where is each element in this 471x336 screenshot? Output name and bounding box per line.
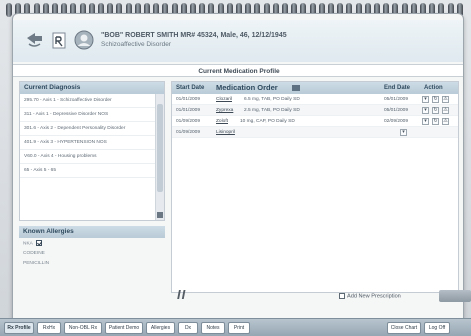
screenshot-stage: "BOB" ROBERT SMITH MR# 45324, Male, 46, …	[0, 0, 471, 336]
drug-name[interactable]: Lisinopril	[216, 127, 235, 138]
medication-row[interactable]: 01/01/2009 Clozaril 6.5 mg, TAB, PO Dail…	[172, 94, 458, 105]
start-date: 01/01/2009	[176, 108, 201, 113]
dropdown-icon[interactable]: ▾	[422, 107, 429, 114]
medication-table-header: Start Date Medication Order End Date Act…	[172, 82, 458, 94]
tab-rx-history[interactable]: RxHx	[37, 322, 61, 334]
add-new-prescription[interactable]: Add New Prescription	[339, 293, 401, 299]
start-date: 01/01/2009	[176, 97, 201, 102]
page-title: Current Medication Profile	[13, 64, 463, 77]
medication-row[interactable]: 01/09/2009 Lisinopril ▾	[172, 127, 458, 138]
bottom-tab-bar: Rx Profile RxHx Non-OBL Rx Patient Demo …	[0, 318, 471, 336]
warning-icon[interactable]: ⚠	[442, 118, 449, 125]
dropdown-icon[interactable]: ▾	[422, 96, 429, 103]
binding-ring	[6, 3, 12, 17]
add-rx-go-button[interactable]	[439, 290, 471, 302]
log-off-button[interactable]: Log Off	[424, 322, 450, 334]
start-date: 01/09/2009	[176, 130, 201, 135]
rx-icon[interactable]	[48, 30, 70, 50]
col-medication-order: Medication Order	[216, 83, 278, 92]
text-cursor-glyph: II	[177, 287, 187, 302]
diagnosis-item[interactable]: 311 - Axis 1 - Depressive Disorder NOS	[20, 108, 157, 122]
allergy-panel: Known Allergies NKA CODEINE PENICILLIN	[19, 226, 165, 286]
end-date: 05/01/2009	[384, 108, 409, 113]
diagnosis-item[interactable]: 401.9 - Axis 3 - HYPERTENSION NOS	[20, 136, 157, 150]
diagnosis-panel: Current Diagnosis 295.70 - Axis 1 - Schi…	[19, 81, 165, 221]
scroll-down-icon[interactable]	[157, 212, 163, 218]
renew-icon[interactable]: ↻	[432, 96, 439, 103]
tab-rx-profile[interactable]: Rx Profile	[4, 322, 34, 334]
start-date: 01/09/2009	[176, 119, 201, 124]
renew-icon[interactable]: ↻	[432, 118, 439, 125]
allergy-item: PENICILLIN	[23, 261, 50, 267]
medication-table: Start Date Medication Order End Date Act…	[171, 81, 459, 293]
col-end-date: End Date	[384, 85, 411, 91]
diagnosis-item[interactable]: V60.0 - Axis 4 - Housing problems	[20, 150, 157, 164]
warning-icon[interactable]: ⚠	[442, 96, 449, 103]
drug-sig: 2.5 mg, TAB, PO Daily SD	[244, 108, 300, 113]
nka-checkbox[interactable]	[35, 240, 42, 246]
allergy-item: NKA	[19, 238, 165, 249]
patient-summary: "BOB" ROBERT SMITH MR# 45324, Male, 46, …	[101, 32, 287, 39]
warning-icon[interactable]: ⚠	[442, 107, 449, 114]
diagnosis-item[interactable]: 65 - Axis 5 - 65	[20, 164, 157, 178]
tab-print[interactable]: Print	[228, 322, 250, 334]
tab-patient-demo[interactable]: Patient Demo	[105, 322, 143, 334]
end-date: 02/09/2009	[384, 119, 409, 124]
tab-non-obl-rx[interactable]: Non-OBL Rx	[64, 322, 102, 334]
close-chart-button[interactable]: Close Chart	[387, 322, 421, 334]
patient-header: "BOB" ROBERT SMITH MR# 45324, Male, 46, …	[13, 20, 463, 62]
drug-sig: 6.5 mg, TAB, PO Daily SD	[244, 97, 300, 102]
patient-portrait-icon[interactable]	[73, 30, 95, 50]
col-action: Action	[424, 85, 443, 91]
tab-allergies[interactable]: Allergies	[146, 322, 175, 334]
scroll-thumb[interactable]	[157, 104, 163, 192]
drug-name[interactable]: Clozaril	[216, 94, 232, 105]
drug-name[interactable]: Zoloft	[216, 116, 228, 127]
end-date: 05/01/2009	[384, 97, 409, 102]
diagnosis-list: 295.70 - Axis 1 - Schizoaffective Disord…	[20, 94, 157, 178]
diagnosis-heading: Current Diagnosis	[20, 82, 164, 94]
renew-icon[interactable]: ↻	[432, 107, 439, 114]
add-rx-label: Add New Prescription	[347, 293, 401, 300]
add-rx-checkbox[interactable]	[339, 293, 345, 299]
diagnosis-item[interactable]: 295.70 - Axis 1 - Schizoaffective Disord…	[20, 94, 157, 108]
allergy-label-nka: NKA	[23, 241, 33, 247]
diagnosis-item[interactable]: 301.6 - Axis 2 - Dependent Personality D…	[20, 122, 157, 136]
drug-sig: 10 mg, CAP, PO Daily SD	[240, 119, 295, 124]
medication-row[interactable]: 01/09/2009 Zoloft 10 mg, CAP, PO Daily S…	[172, 116, 458, 127]
tab-notes[interactable]: Notes	[201, 322, 225, 334]
medication-row[interactable]: 01/01/2009 Zyprexa 2.5 mg, TAB, PO Daily…	[172, 105, 458, 116]
diagnosis-scrollbar[interactable]	[155, 94, 164, 220]
tab-diagnosis[interactable]: Dx	[178, 322, 198, 334]
allergy-heading: Known Allergies	[19, 226, 165, 238]
allergy-item: CODEINE	[23, 251, 45, 257]
dropdown-icon[interactable]: ▾	[422, 118, 429, 125]
patient-primary-diagnosis: Schizoaffective Disorder	[101, 41, 171, 48]
patient-chart-window: "BOB" ROBERT SMITH MR# 45324, Male, 46, …	[12, 13, 464, 330]
drug-name[interactable]: Zyprexa	[216, 105, 233, 116]
back-arrow-icon[interactable]	[23, 30, 45, 50]
dropdown-icon[interactable]: ▾	[400, 129, 407, 136]
col-start-date: Start Date	[176, 85, 205, 91]
sort-icon[interactable]	[292, 85, 300, 91]
